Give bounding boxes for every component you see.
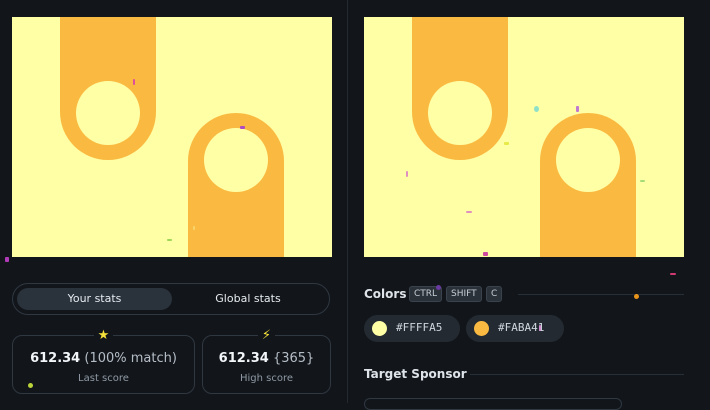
high-score-number: 612.34 <box>218 351 269 366</box>
target-sponsor-heading: Target Sponsor <box>364 367 467 381</box>
last-score-label: Last score <box>78 373 129 384</box>
confetti-piece <box>28 383 33 388</box>
shortcut-key-shift: SHIFT <box>446 286 482 302</box>
confetti-piece <box>406 171 408 177</box>
confetti-piece <box>466 211 472 213</box>
last-score-card: ★ 612.34 (100% match) Last score <box>12 328 195 394</box>
color-dot <box>474 321 489 336</box>
confetti-piece <box>436 285 441 290</box>
sponsor-box <box>364 398 622 410</box>
colors-divider <box>518 294 684 295</box>
high-score-card: ⚡ 612.34 {365} High score <box>202 328 331 394</box>
bottom-pill-hole <box>556 128 620 192</box>
high-score-label: High score <box>239 373 294 384</box>
confetti-piece <box>193 226 195 230</box>
shortcut-key-c: C <box>486 286 503 302</box>
confetti-piece <box>534 106 539 112</box>
color-hex: #FFFFA5 <box>396 321 443 334</box>
high-score-value: 612.34 {365} <box>203 351 330 366</box>
confetti-piece <box>539 325 541 331</box>
tab-global-stats[interactable]: Global stats <box>173 288 323 310</box>
confetti-piece <box>640 180 645 182</box>
tab-your-stats[interactable]: Your stats <box>17 288 172 310</box>
colors-heading: Colors <box>364 287 407 301</box>
stats-tabs: Your stats Global stats <box>12 283 330 315</box>
confetti-piece <box>576 106 579 112</box>
confetti-piece <box>634 294 639 299</box>
confetti-piece <box>504 142 509 145</box>
lightning-icon: ⚡ <box>257 328 276 343</box>
last-score-value: 612.34 (100% match) <box>13 351 194 366</box>
confetti-piece <box>670 273 676 275</box>
last-score-number: 612.34 <box>30 351 81 366</box>
confetti-piece <box>133 79 135 85</box>
bottom-pill-hole <box>204 128 268 192</box>
top-pill-hole <box>428 81 492 145</box>
target-canvas <box>364 17 684 257</box>
top-pill-hole <box>76 81 140 145</box>
confetti-piece <box>483 252 488 256</box>
color-dot <box>372 321 387 336</box>
high-score-detail: {365} <box>272 351 315 366</box>
star-icon: ★ <box>93 328 114 343</box>
panel-divider <box>347 0 348 403</box>
confetti-piece <box>167 239 172 241</box>
color-swatch[interactable]: #FABA41 <box>466 315 564 342</box>
sponsor-divider <box>470 374 684 375</box>
confetti-piece <box>240 126 245 129</box>
drawing-canvas[interactable] <box>12 17 332 257</box>
color-swatch[interactable]: #FFFFA5 <box>364 315 460 342</box>
last-score-match: (100% match) <box>84 351 177 366</box>
color-hex: #FABA41 <box>498 321 545 334</box>
confetti-piece <box>5 257 9 262</box>
